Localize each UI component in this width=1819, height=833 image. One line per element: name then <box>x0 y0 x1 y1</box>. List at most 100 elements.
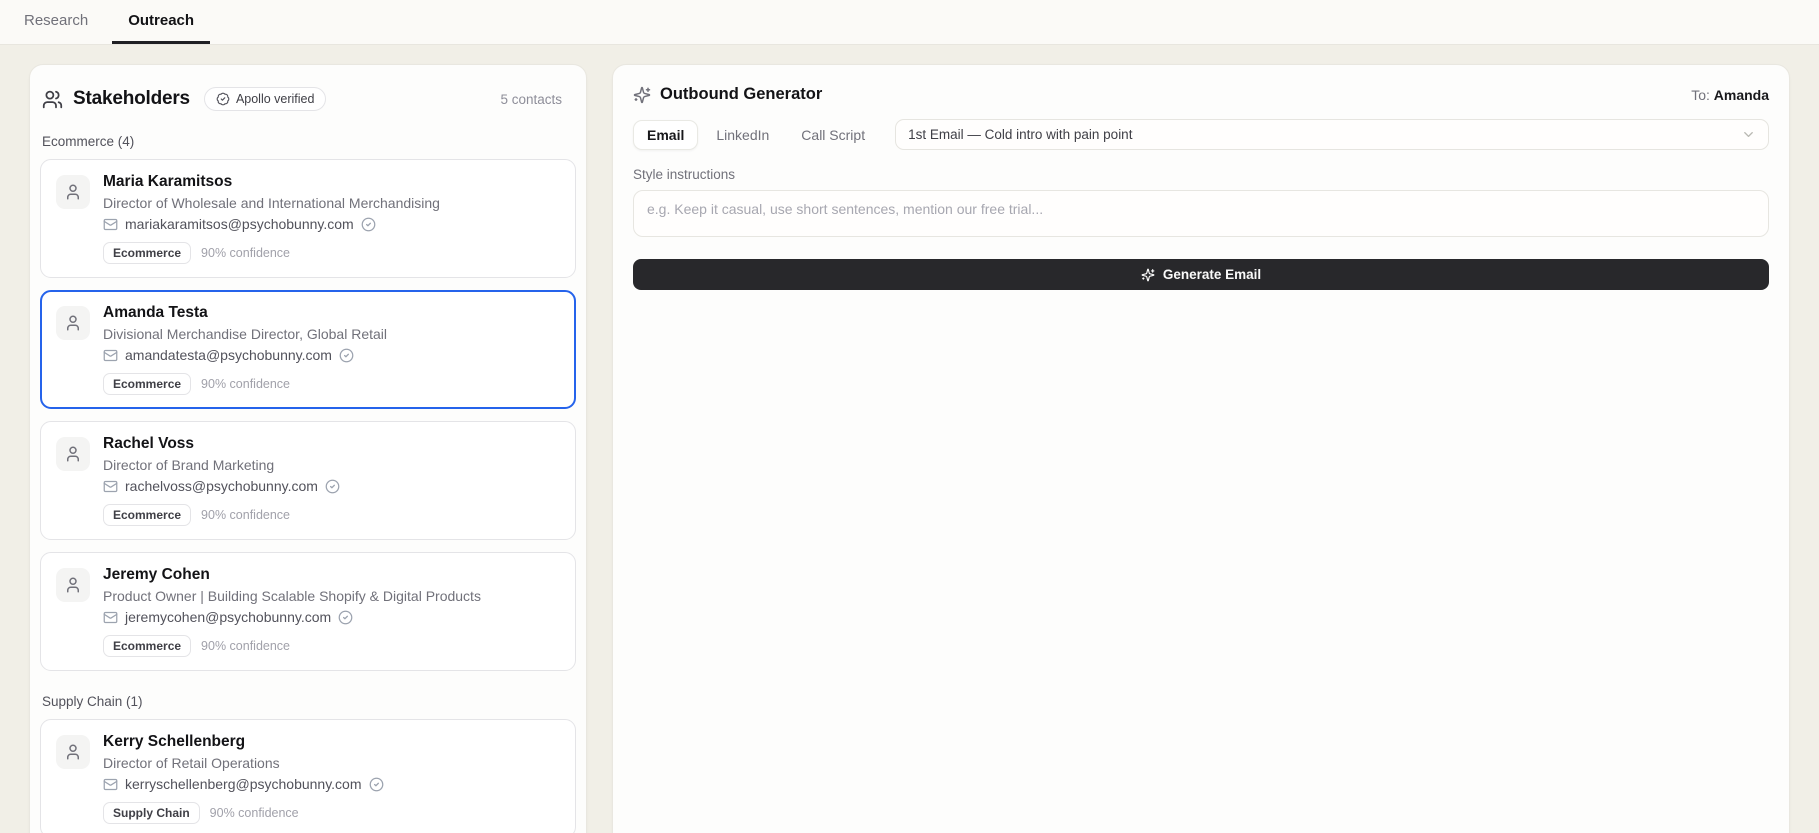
contact-title: Product Owner | Building Scalable Shopif… <box>103 588 481 604</box>
user-icon <box>67 577 79 593</box>
users-icon <box>42 90 63 108</box>
verified-check-icon <box>325 479 340 493</box>
contact-info: Jeremy Cohen Product Owner | Building Sc… <box>103 566 481 657</box>
avatar <box>56 306 90 340</box>
outbound-generator-panel: Outbound Generator To: Amanda Email Link… <box>612 64 1790 833</box>
contact-badges: Supply Chain 90% confidence <box>103 802 384 824</box>
contact-name: Kerry Schellenberg <box>103 733 246 750</box>
chevron-down-icon <box>1744 132 1753 137</box>
sparkles-icon <box>633 86 651 103</box>
contact-email: jeremycohen@psychobunny.com <box>125 609 332 625</box>
contact-info: Kerry Schellenberg Director of Retail Op… <box>103 733 384 824</box>
confidence-label: 90% confidence <box>201 246 290 260</box>
contact-title: Director of Brand Marketing <box>103 457 275 473</box>
tab-outreach[interactable]: Outreach <box>112 0 211 44</box>
contact-card[interactable]: Jeremy Cohen Product Owner | Building Sc… <box>40 552 576 671</box>
contact-name: Amanda Testa <box>103 304 208 321</box>
confidence-label: 90% confidence <box>201 639 290 653</box>
contact-card[interactable]: Kerry Schellenberg Director of Retail Op… <box>40 719 576 833</box>
generator-header: Outbound Generator To: Amanda <box>633 85 1769 104</box>
contacts-count: 5 contacts <box>500 91 562 107</box>
generator-tabs: Email LinkedIn Call Script 1st Email — C… <box>633 119 1769 150</box>
contact-group: Ecommerce (4) Maria Karamitsos Director … <box>40 134 576 671</box>
contact-tag-badge: Ecommerce <box>103 635 192 657</box>
contact-email: amandatesta@psychobunny.com <box>125 347 332 363</box>
template-select[interactable]: 1st Email — Cold intro with pain point <box>895 119 1769 150</box>
avatar <box>56 175 90 209</box>
group-cards: Kerry Schellenberg Director of Retail Op… <box>40 719 576 833</box>
avatar <box>56 735 90 769</box>
to-value: Amanda <box>1713 86 1769 103</box>
user-icon <box>67 315 79 331</box>
tab-linkedin[interactable]: LinkedIn <box>702 120 783 150</box>
group-label: Ecommerce (4) <box>42 134 135 149</box>
avatar <box>56 568 90 602</box>
mail-icon <box>103 349 118 361</box>
contact-title: Divisional Merchandise Director, Global … <box>103 326 388 342</box>
contact-card[interactable]: Rachel Voss Director of Brand Marketing … <box>40 421 576 540</box>
sparkles-icon <box>1141 268 1155 281</box>
contact-tag-badge: Supply Chain <box>103 802 200 824</box>
contact-badges: Ecommerce 90% confidence <box>103 504 340 526</box>
style-instructions-input[interactable] <box>633 190 1769 237</box>
contact-email: kerryschellenberg@psychobunny.com <box>125 776 362 792</box>
contact-title: Director of Wholesale and International … <box>103 195 440 211</box>
contact-card[interactable]: Amanda Testa Divisional Merchandise Dire… <box>40 290 576 409</box>
contact-badges: Ecommerce 90% confidence <box>103 373 387 395</box>
contact-name: Maria Karamitsos <box>103 173 233 190</box>
to-label: To: <box>1691 86 1710 103</box>
confidence-label: 90% confidence <box>209 806 299 820</box>
user-icon <box>67 744 79 760</box>
contact-groups: Ecommerce (4) Maria Karamitsos Director … <box>40 134 576 833</box>
tab-email[interactable]: Email <box>633 119 699 150</box>
mail-icon <box>103 218 118 230</box>
user-icon <box>67 446 79 462</box>
confidence-label: 90% confidence <box>201 377 290 391</box>
tab-research[interactable]: Research <box>8 0 104 44</box>
contact-email-row: mariakaramitsos@psychobunny.com <box>103 216 440 232</box>
contact-tag-badge: Ecommerce <box>103 242 192 264</box>
contact-tag-badge: Ecommerce <box>103 373 192 395</box>
confidence-label: 90% confidence <box>201 508 290 522</box>
stakeholders-header: Stakeholders Apollo verified 5 contacts <box>40 87 576 111</box>
contact-tag-badge: Ecommerce <box>103 504 192 526</box>
badge-check-icon <box>216 92 230 106</box>
recipient-indicator: To: Amanda <box>1691 87 1769 103</box>
style-instructions-label: Style instructions <box>633 167 736 182</box>
user-icon <box>67 184 79 200</box>
template-select-value: 1st Email — Cold intro with pain point <box>908 127 1133 142</box>
top-tab-bar: Research Outreach <box>0 0 1819 45</box>
tab-call-script[interactable]: Call Script <box>787 120 879 150</box>
contact-email: rachelvoss@psychobunny.com <box>125 478 318 494</box>
contact-email-row: rachelvoss@psychobunny.com <box>103 478 340 494</box>
stakeholders-panel: Stakeholders Apollo verified 5 contacts … <box>29 64 587 833</box>
contact-email-row: kerryschellenberg@psychobunny.com <box>103 776 384 792</box>
contact-email-row: amandatesta@psychobunny.com <box>103 347 387 363</box>
contact-badges: Ecommerce 90% confidence <box>103 242 440 264</box>
group-label: Supply Chain (1) <box>42 694 143 709</box>
mail-icon <box>103 778 118 790</box>
main-content: Stakeholders Apollo verified 5 contacts … <box>0 45 1819 833</box>
avatar <box>56 437 90 471</box>
apollo-verified-badge: Apollo verified <box>203 87 327 111</box>
contact-badges: Ecommerce 90% confidence <box>103 635 481 657</box>
contact-info: Rachel Voss Director of Brand Marketing … <box>103 435 340 526</box>
generate-email-button[interactable]: Generate Email <box>633 259 1769 290</box>
contact-info: Maria Karamitsos Director of Wholesale a… <box>103 173 440 264</box>
contact-card[interactable]: Maria Karamitsos Director of Wholesale a… <box>40 159 576 278</box>
verified-check-icon <box>338 610 353 624</box>
stakeholders-title: Stakeholders <box>73 88 190 109</box>
contact-name: Rachel Voss <box>103 435 195 452</box>
verified-check-icon <box>369 777 383 791</box>
generator-title: Outbound Generator <box>660 85 823 103</box>
mail-icon <box>103 611 118 623</box>
verified-check-icon <box>361 217 376 231</box>
group-cards: Maria Karamitsos Director of Wholesale a… <box>40 159 576 671</box>
generate-email-label: Generate Email <box>1162 267 1262 282</box>
contact-name: Jeremy Cohen <box>103 566 210 583</box>
contact-group: Supply Chain (1) Kerry Schellenberg Dire… <box>40 694 576 833</box>
contact-title: Director of Retail Operations <box>103 755 280 771</box>
verified-check-icon <box>339 348 354 362</box>
contact-info: Amanda Testa Divisional Merchandise Dire… <box>103 304 387 395</box>
apollo-verified-label: Apollo verified <box>235 92 315 106</box>
